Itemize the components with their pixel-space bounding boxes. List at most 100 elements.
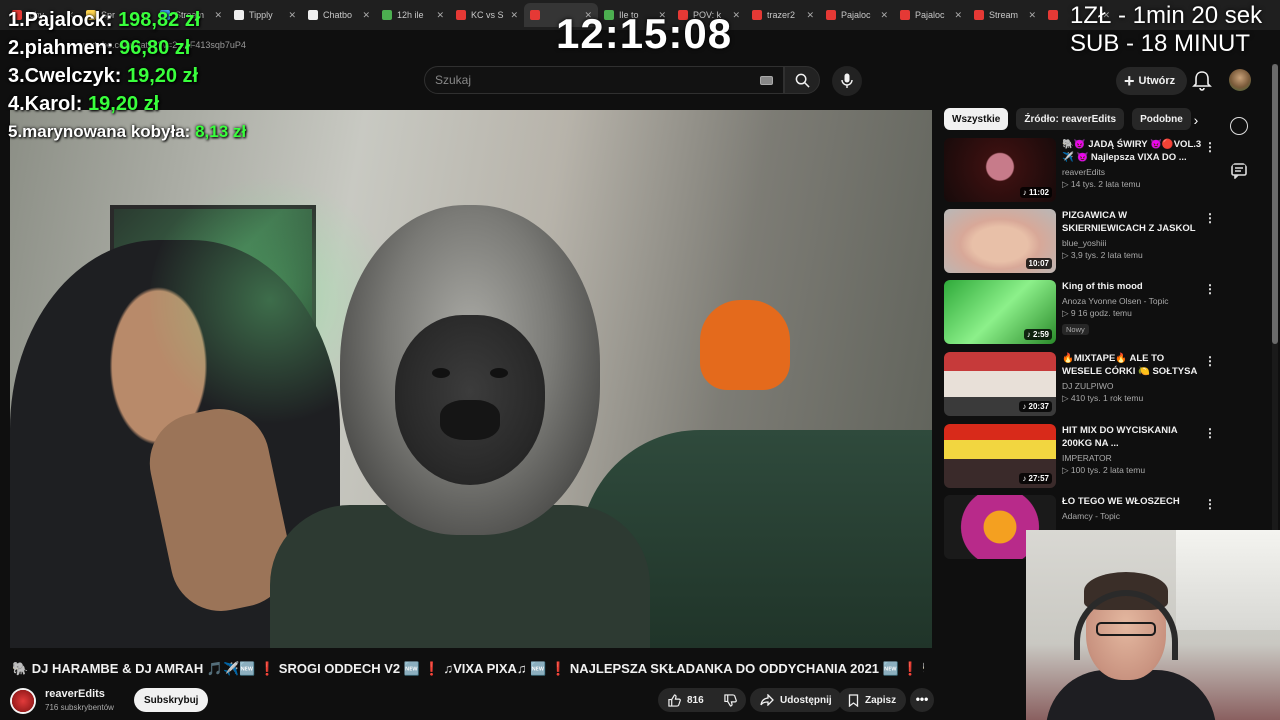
browser-tab[interactable]: 12h ile ✕ (376, 3, 450, 27)
tab-favicon-icon (308, 10, 318, 20)
tab-close-icon[interactable]: ✕ (362, 10, 370, 21)
tab-close-icon[interactable]: ✕ (436, 10, 444, 21)
tab-favicon-icon (1048, 10, 1058, 20)
video-duration: 10:07 (1025, 258, 1052, 269)
recommended-stats: ▷ 100 tys. 2 lata temu (1062, 465, 1146, 475)
video-meta: 🐘😈 JADĄ ŚWIRY 😈🔴VOL.3 ✈️ 😈 Najlepsza VIX… (1062, 138, 1206, 190)
scrollbar-thumb[interactable] (1272, 64, 1278, 344)
recommended-channel[interactable]: IMPERATOR (1062, 453, 1206, 463)
recommended-channel[interactable]: blue_yoshiii (1062, 238, 1206, 248)
save-label: Zapisz (865, 694, 897, 706)
browser-tab[interactable]: KC vs S ✕ (450, 3, 524, 27)
leaderboard-row: 1.Pajalock: 198,82 zł (8, 6, 246, 34)
more-actions-button[interactable]: ••• (910, 688, 934, 712)
tab-close-icon[interactable]: ✕ (880, 10, 888, 21)
video-thumbnail[interactable]: ♪ 2:59 (944, 280, 1056, 344)
share-icon (760, 694, 774, 706)
more-options-icon[interactable]: ⋮ (1204, 497, 1216, 511)
tab-close-icon[interactable]: ✕ (288, 10, 296, 21)
microphone-icon (841, 73, 853, 88)
tab-close-icon[interactable]: ✕ (510, 10, 518, 21)
tab-favicon-icon (456, 10, 466, 20)
recommended-stats: ▷ 9 16 godz. temu (1062, 308, 1132, 318)
thumbs-up-icon (668, 693, 681, 707)
tab-close-icon[interactable]: ✕ (1028, 10, 1036, 21)
like-dislike-group: 816 (658, 688, 746, 712)
recommended-title[interactable]: ŁO TEGO WE WŁOSZECH (1062, 495, 1206, 508)
chat-icon[interactable] (1230, 162, 1248, 180)
info-icon[interactable] (1230, 117, 1248, 135)
more-options-icon[interactable]: ⋮ (1204, 140, 1216, 154)
tab-title: Pajaloc (915, 10, 945, 20)
more-options-icon[interactable]: ⋮ (1204, 426, 1216, 440)
tab-title: Chatbo (323, 10, 353, 20)
tab-title: 12h ile (397, 10, 424, 20)
recommended-video[interactable]: ♪ 2:59 King of this mood Anoza Yvonne Olse… (944, 280, 1224, 348)
dislike-button[interactable] (714, 688, 747, 712)
donor-name: 4.Karol: (8, 93, 89, 115)
donor-name: 2.piahmen: (8, 37, 120, 59)
browser-tab[interactable]: Stream ✕ (968, 3, 1042, 27)
recommended-channel[interactable]: Anoza Yvonne Olsen - Topic (1062, 296, 1206, 306)
keyboard-icon[interactable] (760, 76, 773, 85)
recommended-title[interactable]: HIT MIX DO WYCISKANIA 200KG NA ... (1062, 424, 1206, 450)
donor-name: 5.marynowana kobyła: (8, 122, 196, 141)
browser-tab[interactable]: Pajaloc ✕ (894, 3, 968, 27)
recommended-video[interactable]: ♪ 20:37 🔥MIXTAPE🔥 ALE TO WESELE CÓRKI 🍋 S… (944, 352, 1224, 420)
save-button[interactable]: Zapisz (838, 688, 907, 712)
share-button[interactable]: Udostępnij (750, 688, 842, 712)
video-thumbnail[interactable]: 10:07 (944, 209, 1056, 273)
recommended-title[interactable]: PIZGAWICA W SKIERNIEWICACH Z JASKOL 9... (1062, 209, 1206, 235)
filter-chip[interactable]: Źródło: reaverEdits (1016, 108, 1125, 130)
screen: Ighy ✕ Spr ✕ Stream ✕ Tipply ✕ Chatbo ✕ 12h ile ✕ KC… (0, 0, 1280, 720)
more-options-icon[interactable]: ⋮ (1204, 282, 1216, 296)
notifications-bell-icon[interactable] (1192, 70, 1212, 92)
recommended-channel[interactable]: reaverEdits (1062, 167, 1206, 177)
video-title: 🐘 DJ HARAMBE & DJ AMRAH 🎵✈️🆕 ❗ SROGI ODD… (12, 661, 924, 676)
tab-close-icon[interactable]: ✕ (954, 10, 962, 21)
search-input[interactable]: Szukaj (424, 66, 784, 94)
subscribe-button[interactable]: Subskrybuj (134, 688, 209, 712)
webcam-glasses (1096, 622, 1156, 636)
voice-search-button[interactable] (832, 66, 862, 96)
like-button[interactable]: 816 (658, 688, 714, 712)
channel-avatar[interactable] (10, 688, 36, 714)
tab-close-icon[interactable]: ✕ (806, 10, 814, 21)
video-meta: King of this mood Anoza Yvonne Olsen - To… (1062, 280, 1206, 337)
recommended-channel[interactable]: DJ ZULPIWO (1062, 381, 1206, 391)
video-meta: HIT MIX DO WYCISKANIA 200KG NA ... IMPERA… (1062, 424, 1206, 476)
video-thumbnail[interactable]: ♪ 20:37 (944, 352, 1056, 416)
tab-close-icon[interactable]: ✕ (732, 10, 740, 21)
filter-chip[interactable]: Wszystkie (944, 108, 1009, 130)
recommended-title[interactable]: 🔥MIXTAPE🔥 ALE TO WESELE CÓRKI 🍋 SOŁTYSA … (1062, 352, 1206, 378)
donation-amount: 19,20 zł (88, 93, 160, 115)
recommended-video[interactable]: ♪ 11:02 🐘😈 JADĄ ŚWIRY 😈🔴VOL.3 ✈️ 😈 Najlep… (944, 138, 1224, 206)
chevron-right-icon[interactable]: › (1188, 112, 1204, 128)
channel-name[interactable]: reaverEdits (45, 688, 105, 700)
browser-tab[interactable]: trazer2 ✕ (746, 3, 820, 27)
video-thumbnail[interactable]: ♪ 27:57 (944, 424, 1056, 488)
video-duration: ♪ 27:57 (1019, 473, 1052, 484)
leaderboard-row: 2.piahmen: 96,80 zł (8, 34, 246, 62)
video-meta: 🔥MIXTAPE🔥 ALE TO WESELE CÓRKI 🍋 SOŁTYSA … (1062, 352, 1206, 404)
recommended-title[interactable]: King of this mood (1062, 280, 1206, 293)
browser-tab[interactable]: Chatbo ✕ (302, 3, 376, 27)
recommended-video[interactable]: 10:07 PIZGAWICA W SKIERNIEWICACH Z JASKOL… (944, 209, 1224, 277)
filter-chip[interactable]: Podobne (1132, 108, 1191, 130)
video-player[interactable] (10, 110, 932, 648)
video-gorilla-eye-left (432, 368, 450, 378)
account-avatar[interactable] (1229, 69, 1251, 91)
timer-rate-line: 1ZŁ - 1min 20 sek (1070, 2, 1263, 29)
video-thumbnail[interactable]: ♪ 11:02 (944, 138, 1056, 202)
more-options-icon[interactable]: ⋮ (1204, 211, 1216, 225)
recommended-title[interactable]: 🐘😈 JADĄ ŚWIRY 😈🔴VOL.3 ✈️ 😈 Najlepsza VIX… (1062, 138, 1206, 164)
create-button[interactable]: + Utwórz (1116, 67, 1188, 95)
recommended-channel[interactable]: Adamcy - Topic (1062, 511, 1206, 521)
recommended-video[interactable]: ♪ 27:57 HIT MIX DO WYCISKANIA 200KG NA ..… (944, 424, 1224, 492)
more-options-icon[interactable]: ⋮ (1204, 354, 1216, 368)
video-orange-figure (700, 300, 790, 390)
video-duration: ♪ 11:02 (1019, 187, 1052, 198)
browser-tab[interactable]: Pajaloc ✕ (820, 3, 894, 27)
search-button[interactable] (784, 66, 820, 94)
leaderboard-row: 5.marynowana kobyła: 8,13 zł (8, 118, 246, 146)
